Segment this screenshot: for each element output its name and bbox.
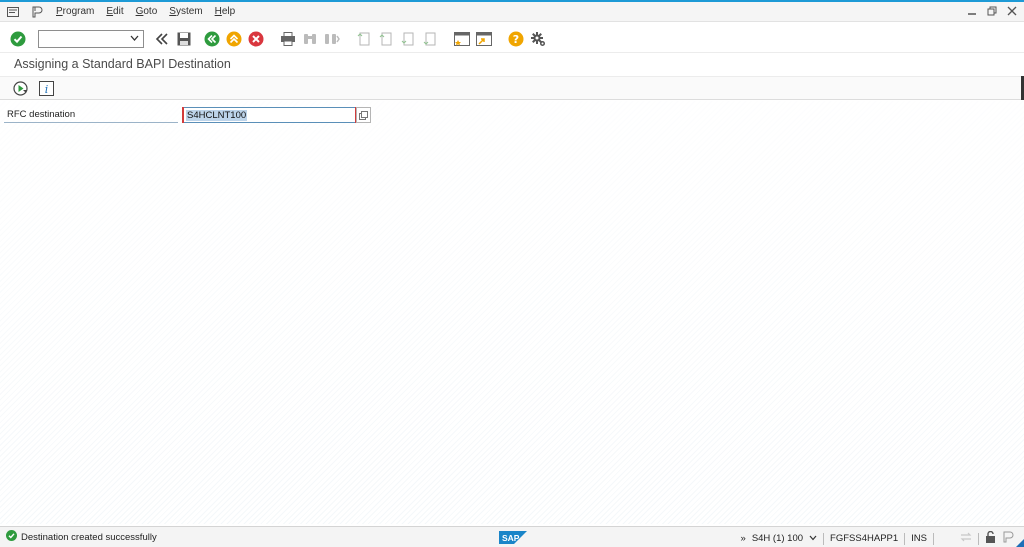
exit-icon[interactable] — [224, 29, 244, 49]
page-title: Assigning a Standard BAPI Destination — [14, 57, 231, 71]
find-next-icon — [322, 29, 342, 49]
enter-check-icon[interactable] — [8, 29, 28, 49]
print-icon[interactable] — [278, 29, 298, 49]
new-session-icon[interactable] — [452, 29, 472, 49]
chevron-down-icon[interactable] — [809, 533, 817, 544]
cursor-marker-left — [182, 107, 184, 123]
resize-grip[interactable] — [1016, 539, 1024, 547]
execute-icon[interactable] — [10, 78, 30, 98]
rfc-destination-label: RFC destination — [7, 109, 76, 120]
status-bar: Destination created successfully SAP » S… — [0, 526, 1024, 547]
separator — [933, 532, 934, 545]
next-page-icon — [398, 29, 418, 49]
value-help-icon — [359, 110, 368, 120]
close-icon[interactable] — [1006, 5, 1018, 17]
collapse-command-icon[interactable] — [152, 29, 172, 49]
separator — [823, 532, 825, 545]
menu-program[interactable]: Program — [56, 6, 94, 17]
server-name: FGFSS4HAPP1 — [830, 533, 899, 544]
success-icon — [6, 530, 17, 544]
gear-icon[interactable] — [528, 29, 548, 49]
menu-edit[interactable]: Edit — [106, 6, 123, 17]
system-menu-icon[interactable] — [6, 6, 20, 18]
create-shortcut-icon[interactable] — [474, 29, 494, 49]
restore-icon[interactable] — [986, 5, 998, 17]
status-message-text: Destination created successfully — [21, 531, 157, 543]
sap-logo: SAP — [499, 531, 527, 544]
chevron-down-icon[interactable] — [130, 34, 139, 44]
system-toolbar: ? — [0, 25, 1024, 53]
label-underline — [4, 122, 178, 123]
rfc-destination-value: S4HCLNT100 — [186, 110, 248, 121]
rfc-destination-input[interactable]: S4HCLNT100 — [182, 107, 357, 123]
info-icon[interactable]: i — [36, 78, 56, 98]
svg-text:i: i — [44, 83, 48, 96]
input-mode[interactable]: INS — [911, 533, 927, 544]
more-info-toggle[interactable]: » — [741, 533, 746, 544]
menu-help[interactable]: Help — [215, 6, 236, 17]
menu-bar: Program Edit Goto System Help — [0, 2, 1024, 22]
layout-menu-icon[interactable] — [1002, 531, 1014, 546]
sync-icon — [960, 532, 972, 545]
system-info: » S4H (1) 100 FGFSS4HAPP1 INS — [741, 530, 1014, 546]
system-client[interactable]: S4H (1) 100 — [752, 533, 803, 544]
application-toolbar: i — [0, 76, 1024, 100]
separator — [904, 532, 906, 545]
previous-page-icon — [376, 29, 396, 49]
screen-content: RFC destination S4HCLNT100 — [0, 101, 1024, 524]
last-page-icon — [420, 29, 440, 49]
save-icon[interactable] — [174, 29, 194, 49]
first-page-icon — [354, 29, 374, 49]
rfc-destination-row: RFC destination S4HCLNT100 — [0, 107, 372, 123]
svg-text:?: ? — [513, 33, 519, 46]
cancel-icon[interactable] — [246, 29, 266, 49]
menu-goto[interactable]: Goto — [136, 6, 158, 17]
separator — [978, 532, 979, 545]
value-help-button[interactable] — [356, 107, 371, 123]
menu-system[interactable]: System — [169, 6, 202, 17]
back-icon[interactable] — [202, 29, 222, 49]
customize-layout-icon[interactable] — [30, 6, 44, 18]
status-message[interactable]: Destination created successfully — [6, 530, 157, 544]
lock-icon[interactable] — [985, 530, 996, 546]
window-controls — [966, 5, 1018, 17]
minimize-icon[interactable] — [966, 5, 978, 17]
help-icon[interactable]: ? — [506, 29, 526, 49]
svg-text:SAP: SAP — [502, 533, 520, 543]
command-field[interactable] — [38, 29, 144, 48]
find-icon — [300, 29, 320, 49]
